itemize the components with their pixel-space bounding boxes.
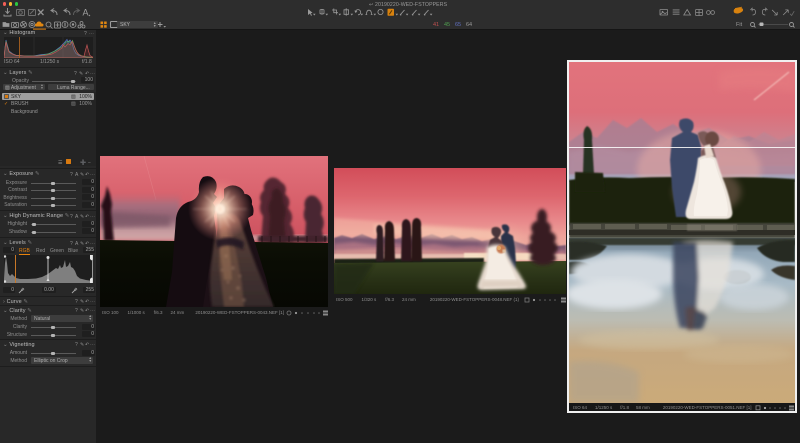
svg-text:A: A <box>83 8 89 18</box>
